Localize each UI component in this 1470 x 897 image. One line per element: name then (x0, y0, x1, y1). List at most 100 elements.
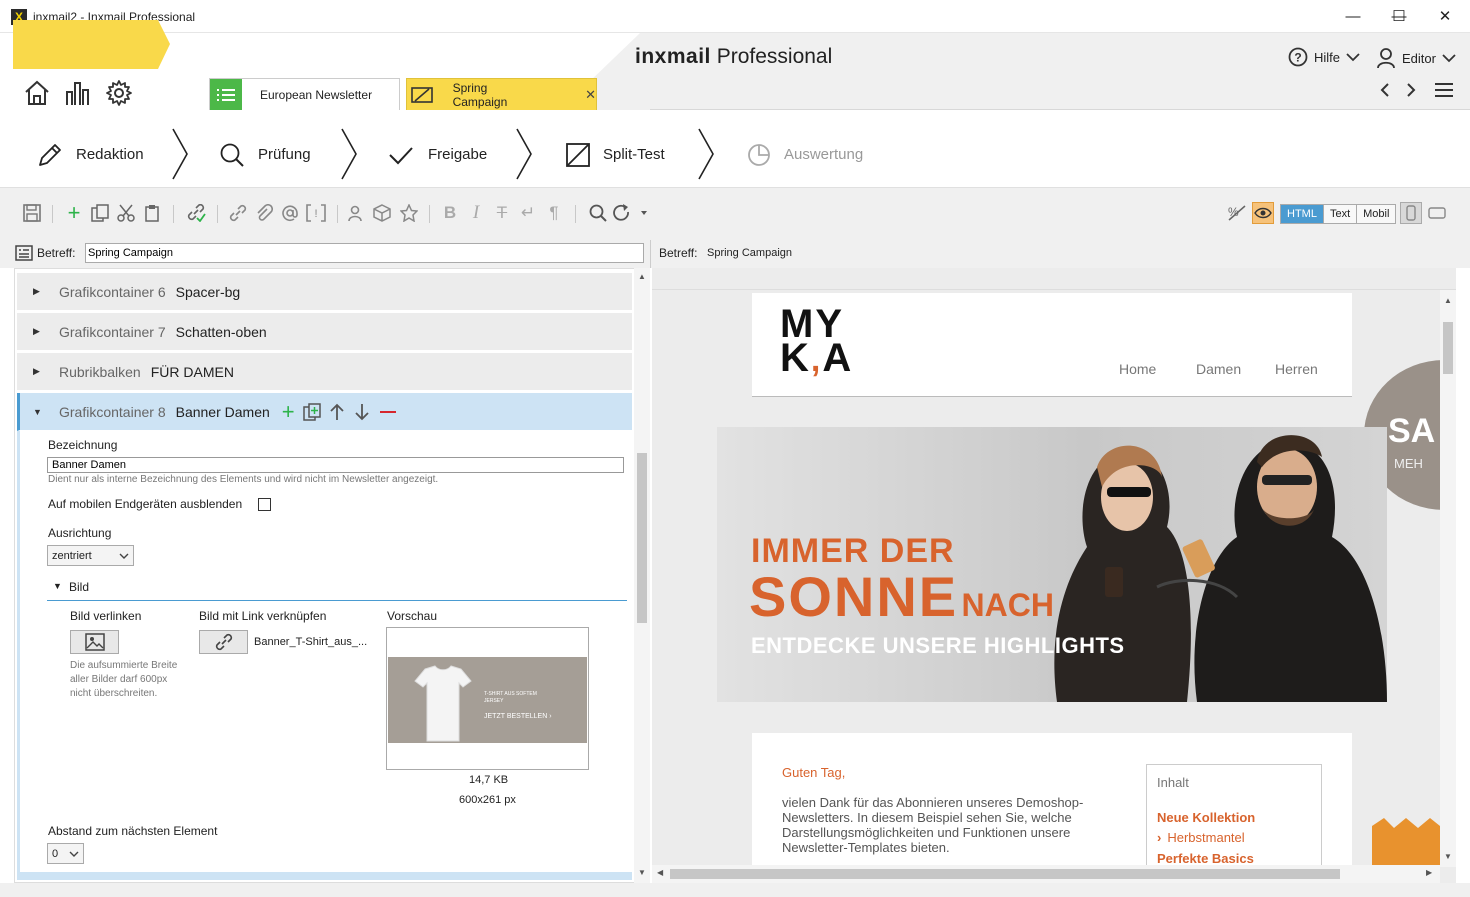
search-icon[interactable] (587, 202, 609, 224)
nav-herren[interactable]: Herren (1275, 361, 1318, 377)
device-landscape-icon[interactable] (1426, 202, 1448, 224)
expand-triangle-icon[interactable]: ▶ (33, 286, 45, 297)
newsletter-body: Guten Tag, vielen Dank für das Abonniere… (752, 733, 1352, 883)
view-mobile-button[interactable]: Mobil (1357, 205, 1396, 223)
delete-minus-icon[interactable] (379, 403, 397, 421)
toc-subitem[interactable]: › Herbstmantel (1157, 830, 1245, 845)
toc-title: Inhalt (1157, 775, 1189, 790)
move-up-arrow-icon[interactable] (329, 403, 345, 421)
close-window-button[interactable]: ✕ (1422, 0, 1468, 33)
workflow-step-freigabe[interactable]: Freigabe (387, 130, 487, 179)
scroll-left-arrow-icon[interactable]: ◀ (657, 868, 663, 877)
statistics-icon[interactable] (63, 78, 93, 108)
abstand-select[interactable]: 0 (47, 843, 84, 864)
scroll-up-arrow-icon[interactable]: ▲ (638, 272, 646, 281)
toolbar-separator (575, 205, 576, 223)
line-break-icon[interactable]: ↵ (517, 202, 539, 224)
minimize-button[interactable]: — (1330, 0, 1376, 33)
no-images-icon[interactable]: % (1226, 202, 1248, 224)
chevron-left-icon[interactable] (1378, 82, 1392, 98)
element-tree-panel: ▶ Grafikcontainer 6 Spacer-bg ▶ Grafikco… (14, 268, 650, 883)
workflow-step-redaktion-content[interactable]: Redaktion (36, 130, 144, 179)
nav-damen[interactable]: Damen (1196, 361, 1241, 377)
attachment-icon[interactable] (253, 202, 275, 224)
scrollbar-thumb[interactable] (670, 869, 1340, 879)
duplicate-icon[interactable] (302, 402, 321, 421)
copy-icon[interactable] (89, 202, 111, 224)
recipient-icon[interactable] (344, 202, 366, 224)
bezeichnung-input[interactable] (47, 457, 624, 473)
preview-vertical-scrollbar[interactable]: ▲ ▼ (1440, 290, 1456, 867)
vorschau-label: Vorschau (387, 609, 438, 623)
scroll-down-arrow-icon[interactable]: ▼ (1444, 852, 1452, 861)
element-row[interactable]: ▶ Rubrikbalken FÜR DAMEN (17, 353, 632, 391)
module-cube-icon[interactable] (371, 202, 393, 224)
scrollbar-thumb[interactable] (637, 453, 647, 623)
preview-subject-value: Spring Campaign (707, 247, 792, 259)
preview-horizontal-scrollbar[interactable]: ◀ ▶ (652, 865, 1440, 883)
element-row[interactable]: ▶ Grafikcontainer 6 Spacer-bg (17, 273, 632, 311)
expand-triangle-icon[interactable]: ▶ (33, 366, 45, 377)
workflow-step-redaktion[interactable] (13, 20, 170, 69)
bold-icon[interactable]: B (439, 202, 461, 224)
chevron-right-icon[interactable] (1404, 82, 1418, 98)
cut-icon[interactable] (115, 202, 137, 224)
collapse-triangle-icon[interactable]: ▼ (33, 407, 45, 417)
user-role-label: Editor (1402, 50, 1436, 66)
ausrichtung-select[interactable]: zentriert (47, 545, 134, 566)
chevron-down-icon (1346, 53, 1360, 62)
favorite-star-icon[interactable] (398, 202, 420, 224)
add-element-icon[interactable]: + (63, 200, 85, 225)
tab-european-newsletter[interactable]: European Newsletter (209, 78, 400, 110)
mobile-hide-checkbox[interactable] (258, 498, 271, 511)
link-image-button[interactable] (199, 630, 248, 654)
left-scrollbar[interactable]: ▲ ▼ (634, 268, 650, 883)
subject-input[interactable] (85, 243, 644, 263)
paste-icon[interactable] (141, 202, 163, 224)
italic-icon[interactable]: I (465, 202, 487, 224)
step-separator-chevron (341, 128, 357, 180)
preview-eye-icon[interactable] (1252, 202, 1274, 224)
tab-spring-campaign[interactable]: Spring Campaign ✕ (406, 78, 597, 110)
toc-item[interactable]: Perfekte Basics (1157, 851, 1254, 866)
nav-home[interactable]: Home (1119, 361, 1156, 377)
bild-collapse-icon[interactable]: ▼ (53, 581, 62, 591)
toolbar-separator (52, 205, 53, 223)
help-menu[interactable]: ? Hilfe (1288, 47, 1360, 67)
user-menu[interactable]: Editor (1376, 47, 1456, 69)
hamburger-menu-icon[interactable] (1434, 81, 1454, 99)
scroll-right-arrow-icon[interactable]: ▶ (1426, 868, 1432, 877)
placeholder-field-icon[interactable]: ! (305, 202, 327, 224)
home-icon[interactable] (22, 78, 52, 108)
workflow-step-splittest[interactable]: Split-Test (565, 130, 665, 179)
refresh-dropdown-icon[interactable] (612, 202, 648, 224)
scroll-up-arrow-icon[interactable]: ▲ (1444, 296, 1452, 305)
view-mode-switch[interactable]: HTML Text Mobil (1280, 204, 1397, 224)
image-icon (84, 633, 105, 651)
move-down-arrow-icon[interactable] (354, 403, 370, 421)
scrollbar-thumb[interactable] (1443, 322, 1453, 374)
maximize-button[interactable]: ☐ (1376, 0, 1422, 33)
select-image-button[interactable] (70, 630, 119, 654)
settings-gear-icon[interactable] (104, 78, 134, 108)
toc-item[interactable]: Neue Kollektion (1157, 810, 1255, 825)
element-row-selected[interactable]: ▼ Grafikcontainer 8 Banner Damen + (17, 393, 632, 431)
view-html-button[interactable]: HTML (1281, 205, 1324, 223)
paragraph-icon[interactable]: ¶ (543, 202, 565, 224)
element-row[interactable]: ▶ Grafikcontainer 7 Schatten-oben (17, 313, 632, 351)
save-icon[interactable] (21, 202, 43, 224)
link-icon[interactable] (227, 202, 249, 224)
pie-chart-icon (748, 143, 770, 166)
device-portrait-icon[interactable] (1400, 202, 1422, 224)
view-text-button[interactable]: Text (1323, 205, 1358, 223)
link-icon (215, 633, 232, 651)
add-icon[interactable]: + (282, 400, 295, 422)
workflow-label: Redaktion (76, 146, 144, 163)
email-at-icon[interactable] (279, 202, 301, 224)
strikethrough-icon[interactable]: T (491, 202, 513, 224)
scroll-down-arrow-icon[interactable]: ▼ (638, 868, 646, 877)
workflow-step-pruefung[interactable]: Prüfung (218, 130, 311, 179)
link-check-icon[interactable] (185, 202, 207, 224)
tab-close-icon[interactable]: ✕ (585, 87, 596, 103)
expand-triangle-icon[interactable]: ▶ (33, 326, 45, 337)
